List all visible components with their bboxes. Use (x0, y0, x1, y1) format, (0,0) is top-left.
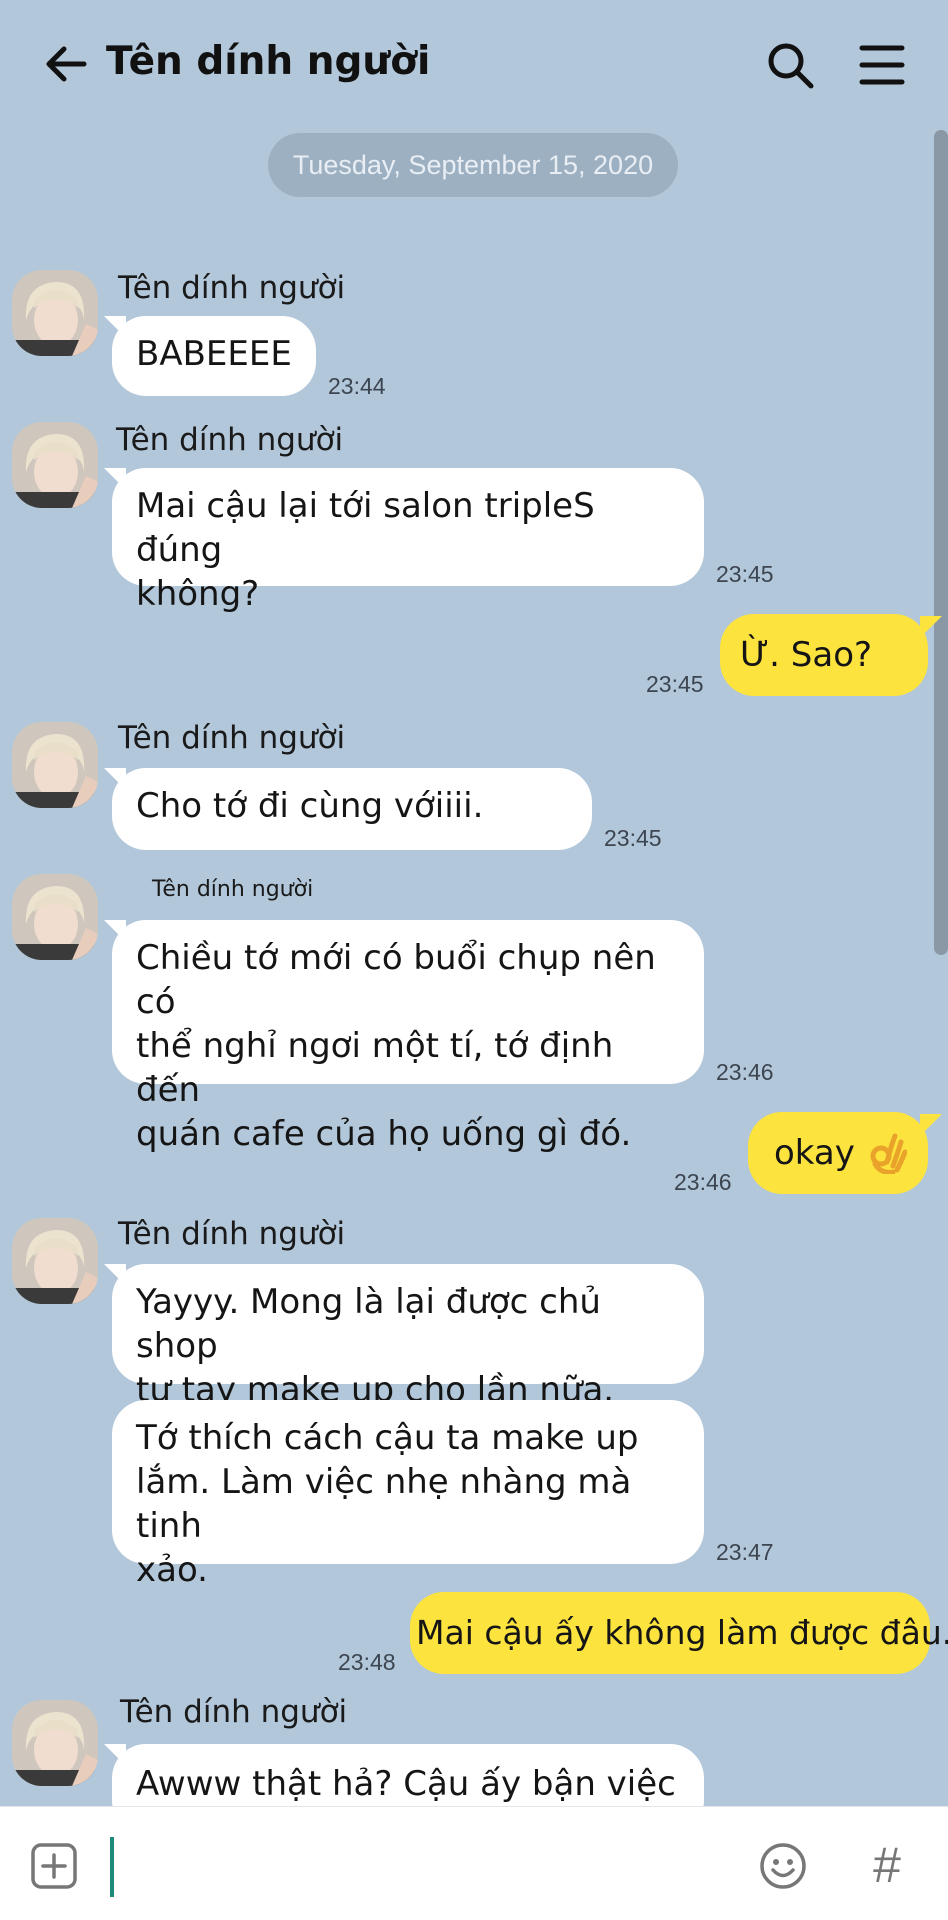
plus-square-icon[interactable] (30, 1842, 78, 1890)
message-bubble-incoming[interactable]: Yayyy. Mong là lại được chủ shop tự tay … (112, 1264, 704, 1410)
text-cursor (110, 1837, 114, 1897)
message-text: Ừ. Sao? (740, 635, 873, 675)
avatar[interactable] (12, 874, 98, 960)
hamburger-menu-icon[interactable] (858, 42, 906, 88)
avatar[interactable] (12, 722, 98, 808)
avatar[interactable] (12, 1700, 98, 1786)
sender-name: Tên dính người (118, 720, 346, 756)
message-text: Mai cậu ấy không làm được đâu. (416, 1613, 948, 1652)
sender-name: Tên dính người (116, 422, 344, 458)
scrollbar[interactable] (934, 130, 948, 955)
sender-name: Tên dính người (118, 270, 346, 306)
message-time: 23:45 (604, 825, 662, 851)
message-text: okay (774, 1133, 855, 1173)
chat-header: Tên dính người (0, 0, 948, 125)
message-bubble-incoming[interactable]: Tớ thích cách cậu ta make up lắm. Làm vi… (112, 1400, 704, 1590)
message-time: 23:44 (328, 373, 386, 399)
message-bubble-incoming[interactable]: Chiều tớ mới có buổi chụp nên có thể ngh… (112, 920, 704, 1154)
ok-hand-emoji-icon (870, 1133, 907, 1174)
sender-name: Tên dính người (152, 877, 314, 902)
smiley-icon[interactable] (758, 1841, 808, 1891)
sender-name: Tên dính người (120, 1694, 348, 1730)
message-bubble-outgoing[interactable]: Ừ. Sao? (720, 614, 928, 696)
message-bubble-incoming[interactable]: Cho tớ đi cùng vớiiii. (112, 768, 592, 850)
bubble-tail (920, 1114, 942, 1136)
chat-title: Tên dính người (106, 39, 431, 84)
message-time: 23:48 (338, 1649, 396, 1675)
date-divider: Tuesday, September 15, 2020 (268, 133, 678, 197)
sender-name: Tên dính người (118, 1216, 346, 1252)
message-bubble-outgoing[interactable]: Mai cậu ấy không làm được đâu. (410, 1592, 948, 1674)
message-time: 23:45 (716, 561, 774, 587)
message-bubble-incoming[interactable]: BABEEEE (112, 316, 316, 396)
message-bubble-outgoing[interactable]: okay (748, 1112, 928, 1194)
message-time: 23:46 (716, 1059, 774, 1085)
avatar[interactable] (12, 270, 98, 356)
avatar[interactable] (12, 1218, 98, 1304)
message-input-bar: # (0, 1806, 948, 1920)
message-time: 23:46 (674, 1169, 732, 1195)
message-bubble-incoming[interactable]: Mai cậu lại tới salon tripleS đúng không… (112, 468, 704, 614)
message-time: 23:45 (646, 671, 704, 697)
message-time: 23:47 (716, 1539, 774, 1565)
search-icon[interactable] (765, 40, 815, 90)
hash-icon[interactable]: # (862, 1835, 912, 1895)
avatar[interactable] (12, 422, 98, 508)
message-input[interactable] (108, 1835, 728, 1897)
back-arrow-icon[interactable] (40, 38, 92, 90)
